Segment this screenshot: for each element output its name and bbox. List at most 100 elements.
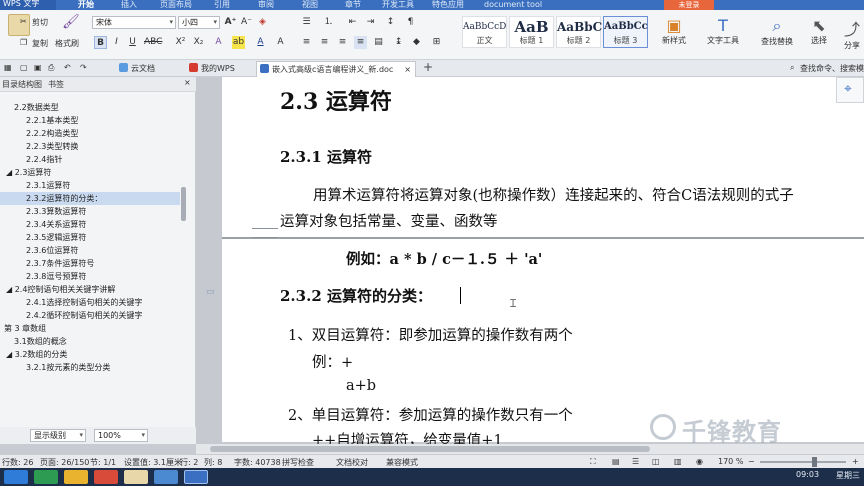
bold-button[interactable]: B — [94, 36, 107, 49]
undo-icon[interactable]: ↶ — [64, 63, 71, 72]
outline-item[interactable]: 2.2数据类型 — [0, 101, 180, 114]
copy-button[interactable]: 复制 — [32, 38, 48, 49]
close-icon[interactable]: × — [404, 62, 411, 77]
sort-icon[interactable]: ↕ — [384, 16, 397, 29]
start-icon[interactable] — [4, 470, 28, 484]
new-doc-icon[interactable]: ▦ — [4, 63, 12, 72]
outline-view-icon[interactable]: ☰ — [632, 457, 639, 466]
document-page[interactable] — [222, 77, 864, 442]
justify-icon[interactable]: ≡ — [354, 36, 367, 49]
outline-item[interactable]: 2.3.4关系运算符 — [0, 218, 180, 231]
font-name-select[interactable]: 宋体 ▾ — [92, 16, 176, 29]
reading-view-icon[interactable]: ▥ — [674, 457, 682, 466]
format-painter-button[interactable]: 格式刷 — [55, 38, 79, 49]
cut-icon[interactable]: ✂ — [20, 17, 27, 26]
new-tab-icon[interactable]: + — [423, 60, 433, 74]
outline-item[interactable]: 第 3 章数组 — [0, 322, 180, 335]
style-normal[interactable]: AaBbCcD 正文 — [462, 16, 507, 48]
outline-item[interactable]: 2.2.2构造类型 — [0, 127, 180, 140]
outline-item[interactable]: 2.4.2循环控制语句相关的关键字 — [0, 309, 180, 322]
zoom-in-icon[interactable]: + — [852, 457, 859, 466]
menu-developer[interactable]: 开发工具 — [382, 0, 414, 9]
menu-home[interactable]: 开始 — [78, 0, 94, 9]
zoom-out-icon[interactable]: − — [748, 457, 755, 466]
text-tool-button[interactable]: T 文字工具 — [700, 16, 746, 52]
location-pin-icon[interactable]: ⌖ — [844, 81, 852, 97]
menu-features[interactable]: 特色应用 — [432, 0, 464, 9]
menu-review[interactable]: 审阅 — [258, 0, 274, 9]
shrink-font-icon[interactable]: A⁻ — [240, 16, 253, 29]
redo-icon[interactable]: ↷ — [80, 63, 87, 72]
outline-item[interactable]: 2.4.1选择控制语句相关的关键字 — [0, 296, 180, 309]
align-center-icon[interactable]: ≡ — [318, 36, 331, 49]
borders-icon[interactable]: ⊞ — [430, 36, 443, 49]
menu-document-tool[interactable]: document tool — [484, 0, 542, 9]
new-style-button[interactable]: ▣ 新样式 — [652, 16, 696, 52]
zoom-slider-handle[interactable] — [812, 457, 817, 467]
full-screen-icon[interactable]: ⛶ — [590, 457, 596, 467]
find-replace-button[interactable]: ⌕ 查找替换 — [754, 16, 800, 52]
eye-icon[interactable]: ◉ — [696, 457, 703, 466]
outline-item[interactable]: 3.2.1按元素的类型分类 — [0, 361, 180, 374]
decrease-indent-icon[interactable]: ⇤ — [346, 16, 359, 29]
save-icon[interactable]: ▣ — [34, 63, 42, 72]
cut-button[interactable]: 剪切 — [32, 17, 48, 28]
taskbar-wps-icon[interactable] — [184, 470, 208, 484]
show-marks-icon[interactable]: ¶ — [404, 16, 417, 29]
tab-current-document[interactable]: 嵌入式高级c语言编程讲义_新.doc × — [256, 61, 416, 77]
proofread-toggle[interactable]: 文档校对 — [336, 457, 368, 468]
nav-zoom-select[interactable]: 100% ▾ — [94, 429, 148, 442]
align-left-icon[interactable]: ≡ — [300, 36, 313, 49]
text-effect-icon[interactable]: A — [212, 36, 225, 49]
nav-scrollbar[interactable] — [181, 187, 186, 221]
font-size-select[interactable]: 小四 ▾ — [178, 16, 220, 29]
zoom-slider[interactable] — [760, 461, 846, 463]
taskbar-app-icon[interactable] — [34, 470, 58, 484]
highlight-icon[interactable]: ab — [232, 36, 245, 49]
menu-references[interactable]: 引用 — [214, 0, 230, 9]
outline-item[interactable]: 2.2.1基本类型 — [0, 114, 180, 127]
font-color-icon[interactable]: A — [254, 36, 267, 49]
copy-icon[interactable]: ❐ — [20, 38, 27, 47]
outline-item[interactable]: 2.3.8逗号预算符 — [0, 270, 180, 283]
outline-item[interactable]: ◢ 3.2数组的分类 — [0, 348, 180, 361]
display-level-select[interactable]: 显示级别 ▾ — [30, 429, 86, 442]
numbered-list-icon[interactable]: ⒈ — [322, 16, 335, 29]
superscript-button[interactable]: X² — [174, 36, 187, 49]
scroll-thumb[interactable] — [210, 446, 650, 452]
strikethrough-button[interactable]: ABC — [144, 36, 162, 49]
outline-item[interactable]: 2.3.7条件运算符号 — [0, 257, 180, 270]
outline-item[interactable]: 2.3.5逻辑运算符 — [0, 231, 180, 244]
menu-insert[interactable]: 插入 — [121, 0, 137, 9]
outline-item[interactable]: 2.2.3类型转换 — [0, 140, 180, 153]
taskbar-app-icon[interactable] — [124, 470, 148, 484]
italic-button[interactable]: I — [110, 36, 123, 49]
style-heading-2[interactable]: AaBbC 标题 2 — [556, 16, 602, 48]
select-button[interactable]: ⬉ 选择 — [804, 16, 834, 52]
tab-my-wps[interactable]: 我的WPS — [186, 61, 252, 77]
print-icon[interactable]: ⎙ — [48, 63, 54, 73]
tab-outline[interactable]: 目录结构图 — [2, 79, 42, 90]
outline-item[interactable]: 3.1数组的概念 — [0, 335, 180, 348]
spell-check-toggle[interactable]: 拼写检查 — [282, 457, 314, 468]
share-button[interactable]: ⤴ 分享 — [840, 16, 864, 52]
login-button[interactable]: 未登录 — [664, 0, 714, 10]
char-shading-icon[interactable]: A — [274, 36, 287, 49]
style-heading-3[interactable]: AaBbCc 标题 3 — [603, 16, 648, 48]
zoom-level[interactable]: 170 % — [718, 457, 743, 466]
increase-indent-icon[interactable]: ⇥ — [364, 16, 377, 29]
outline-item[interactable]: 2.3.1运算符 — [0, 179, 180, 192]
format-painter-icon[interactable]: 🖌 — [62, 14, 80, 30]
menu-page-layout[interactable]: 页面布局 — [160, 0, 192, 9]
style-heading-1[interactable]: AaB 标题 1 — [509, 16, 554, 48]
outline-item[interactable]: 2.3.3算数运算符 — [0, 205, 180, 218]
page-view-icon[interactable]: ▤ — [612, 457, 620, 466]
underline-button[interactable]: U — [126, 36, 139, 49]
tab-cloud-docs[interactable]: 云文档 — [116, 61, 182, 77]
line-spacing-icon[interactable]: ↨ — [392, 36, 405, 49]
shading-icon[interactable]: ◆ — [410, 36, 423, 49]
open-icon[interactable]: ▢ — [20, 63, 28, 72]
clear-format-icon[interactable]: ◈ — [256, 16, 269, 29]
web-view-icon[interactable]: ◫ — [652, 457, 660, 466]
outline-item[interactable]: ◢ 2.3运算符 — [0, 166, 180, 179]
